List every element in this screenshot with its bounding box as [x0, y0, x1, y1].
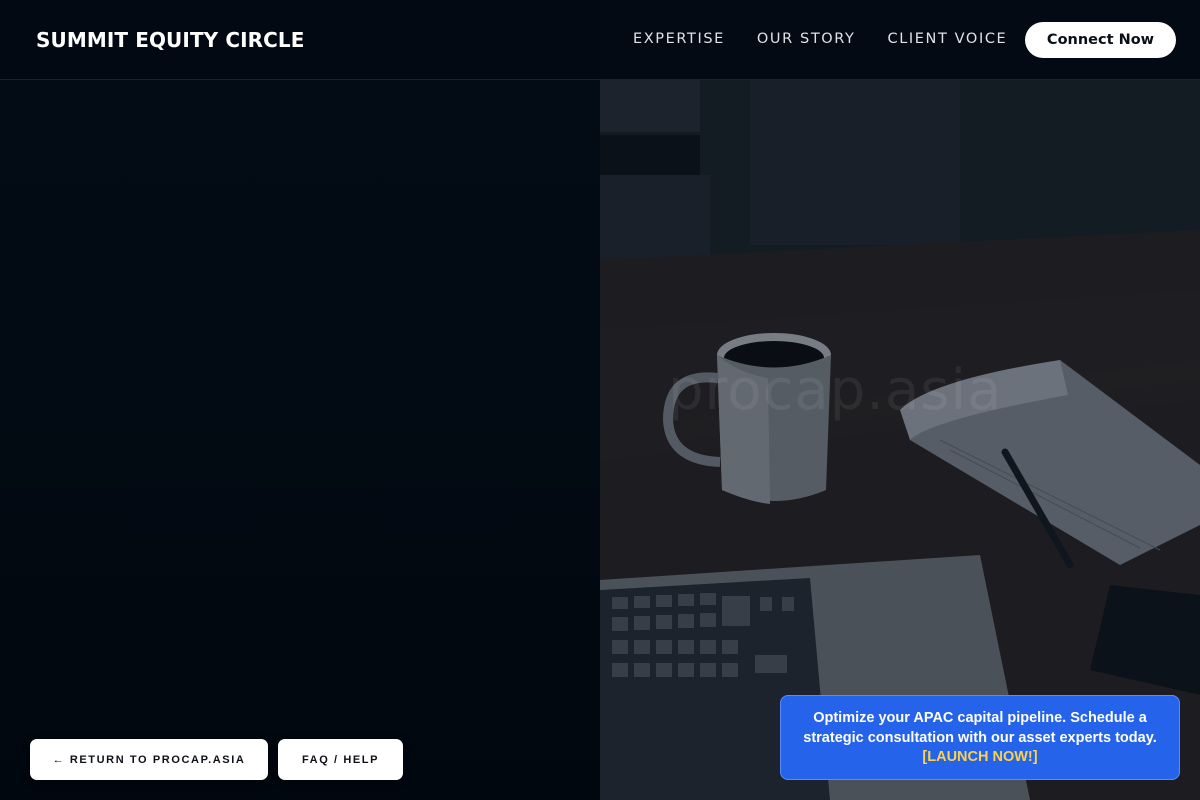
brand-logo[interactable]: SUMMIT EQUITY CIRCLE — [36, 28, 305, 52]
nav-link-expertise[interactable]: EXPERTISE — [633, 31, 725, 47]
connect-now-button[interactable]: Connect Now — [1025, 22, 1176, 58]
faq-help-button[interactable]: FAQ / HELP — [278, 739, 403, 780]
return-to-procap-button[interactable]: ← RETURN TO PROCAP.ASIA — [30, 739, 268, 780]
hero-left-panel — [0, 0, 600, 800]
nav-link-client-voice[interactable]: CLIENT VOICE — [888, 31, 1008, 47]
nav-links: EXPERTISE OUR STORY CLIENT VOICE — [633, 31, 1007, 47]
promo-banner[interactable]: Optimize your APAC capital pipeline. Sch… — [780, 695, 1180, 780]
procap-watermark: procap.asia — [668, 358, 1003, 423]
nav-link-our-story[interactable]: OUR STORY — [757, 31, 856, 47]
top-navigation-bar: SUMMIT EQUITY CIRCLE EXPERTISE OUR STORY… — [0, 0, 1200, 80]
promo-message: Optimize your APAC capital pipeline. Sch… — [803, 710, 1157, 746]
hero-photo: procap.asia — [600, 0, 1200, 800]
promo-launch-link[interactable]: [LAUNCH NOW!] — [922, 749, 1037, 765]
